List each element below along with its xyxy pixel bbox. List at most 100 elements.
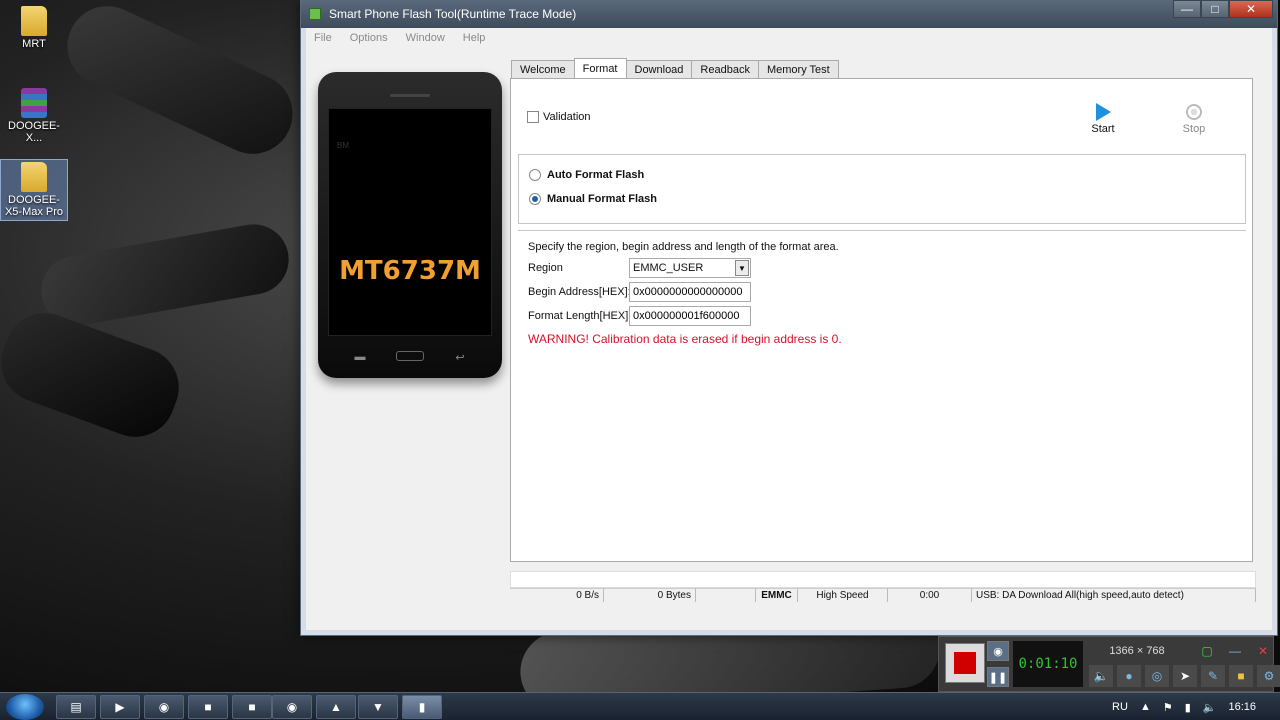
start-button[interactable] xyxy=(6,694,44,720)
calibration-warning: WARNING! Calibration data is erased if b… xyxy=(528,332,842,346)
menu-help[interactable]: Help xyxy=(463,32,486,44)
maximize-button[interactable]: □ xyxy=(1201,0,1229,18)
region-select[interactable]: EMMC_USER ▼ xyxy=(629,258,751,278)
begin-address-label: Begin Address[HEX]: xyxy=(528,286,631,298)
flash-tool-taskbar-icon[interactable]: ▮ xyxy=(402,695,442,719)
folder-icon xyxy=(21,162,47,192)
desktop-icon-doogee-folder[interactable]: DOOGEE-X5-Max Pro xyxy=(0,159,68,221)
phone-brand-mark: BM xyxy=(337,141,349,150)
download-taskbar-icon[interactable]: ▼ xyxy=(358,695,398,719)
desktop-wallpaper-shape xyxy=(35,218,295,332)
status-speed: 0 B/s xyxy=(510,588,604,602)
tab-welcome[interactable]: Welcome xyxy=(511,60,575,78)
format-mode-group: Auto Format Flash Manual Format Flash xyxy=(518,154,1246,224)
close-button[interactable]: ✕ xyxy=(1229,0,1273,18)
flag-icon[interactable]: ⚑ xyxy=(1163,701,1173,714)
pen-icon[interactable]: ✎ xyxy=(1201,665,1225,687)
network-icon[interactable]: ▲ xyxy=(1140,701,1151,713)
tab-memory-test[interactable]: Memory Test xyxy=(757,60,839,78)
app-taskbar-icon[interactable]: ■ xyxy=(188,695,228,719)
start-label: Start xyxy=(1091,123,1115,135)
menu-file[interactable]: File xyxy=(314,32,332,44)
tab-readback[interactable]: Readback xyxy=(691,60,759,78)
begin-address-input[interactable] xyxy=(629,282,751,302)
volume-icon[interactable]: 🔈 xyxy=(1203,701,1217,714)
app-taskbar-icon[interactable]: ◉ xyxy=(272,695,312,719)
cursor-icon[interactable]: ➤ xyxy=(1173,665,1197,687)
record-button[interactable] xyxy=(945,643,985,683)
folder-icon[interactable]: ■ xyxy=(1229,665,1253,687)
minimize-button[interactable]: — xyxy=(1173,0,1201,18)
flash-tool-window: Smart Phone Flash Tool(Runtime Trace Mod… xyxy=(300,0,1278,636)
back-key-icon: ↩ xyxy=(455,352,465,364)
phone-screen: BM MT6737M xyxy=(328,108,492,336)
minimize-recorder-icon[interactable]: — xyxy=(1223,641,1247,661)
menubar: File Options Window Help xyxy=(306,28,1272,48)
recording-resolution: 1366 × 768 xyxy=(1109,645,1165,657)
language-indicator[interactable]: RU xyxy=(1112,701,1128,713)
phone-keys: ▬ ↩ xyxy=(318,351,502,364)
manual-format-label: Manual Format Flash xyxy=(547,193,658,205)
status-bar: 0 B/s 0 Bytes EMMC High Speed 0:00 USB: … xyxy=(510,588,1256,602)
start-button[interactable]: Start xyxy=(1083,103,1123,135)
radio-button-selected[interactable] xyxy=(529,193,541,205)
folder-icon xyxy=(21,6,47,36)
window-title: Smart Phone Flash Tool(Runtime Trace Mod… xyxy=(329,7,577,21)
format-length-input[interactable] xyxy=(629,306,751,326)
status-mode: High Speed xyxy=(798,588,888,602)
status-time: 0:00 xyxy=(888,588,972,602)
progress-bar xyxy=(510,571,1256,588)
record-icon xyxy=(954,652,976,674)
validation-checkbox[interactable]: Validation xyxy=(527,111,591,123)
auto-format-label: Auto Format Flash xyxy=(547,169,645,181)
media-player-taskbar-icon[interactable]: ▶ xyxy=(100,695,140,719)
webcam-icon[interactable]: ◎ xyxy=(1145,665,1169,687)
tab-download[interactable]: Download xyxy=(625,60,693,78)
desktop-icon-doogee-archive[interactable]: DOOGEE-X... xyxy=(0,88,68,144)
menu-key-icon: ▬ xyxy=(354,351,366,363)
desktop-wallpaper-shape xyxy=(0,301,190,449)
archive-icon xyxy=(21,88,47,118)
status-usb: USB: DA Download All(high speed,auto det… xyxy=(972,588,1256,602)
clock[interactable]: 16:16 xyxy=(1228,701,1256,713)
camera-button[interactable]: ◉ xyxy=(987,641,1009,661)
speaker-icon[interactable]: 🔈 xyxy=(1089,665,1113,687)
window-titlebar[interactable]: Smart Phone Flash Tool(Runtime Trace Mod… xyxy=(301,0,1277,28)
region-label: Region xyxy=(528,262,563,274)
app-taskbar-icon[interactable]: ▲ xyxy=(316,695,356,719)
recording-timer: 0:01:10 xyxy=(1013,641,1083,687)
screen-recorder-panel: ◉ ❚❚ 0:01:10 1366 × 768 ▢ — ✕ 🔈 ● ◎ ➤ ✎ … xyxy=(938,636,1280,692)
menu-window[interactable]: Window xyxy=(406,32,445,44)
close-recorder-icon[interactable]: ✕ xyxy=(1251,641,1275,661)
desktop-icon-mrt[interactable]: MRT xyxy=(0,6,68,50)
region-value: EMMC_USER xyxy=(633,262,704,274)
phone-illustration: BM MT6737M ▬ ↩ xyxy=(318,72,502,378)
stop-button[interactable]: Stop xyxy=(1174,103,1214,135)
format-length-label: Format Length[HEX]: xyxy=(528,310,632,322)
window-select-icon[interactable]: ▢ xyxy=(1195,641,1219,661)
auto-format-radio[interactable]: Auto Format Flash xyxy=(529,169,644,181)
stop-icon xyxy=(1186,104,1202,120)
app-taskbar-icon[interactable]: ■ xyxy=(232,695,272,719)
gear-icon[interactable]: ⚙ xyxy=(1257,665,1280,687)
status-bytes: 0 Bytes xyxy=(604,588,696,602)
signal-icon[interactable]: ▮ xyxy=(1185,701,1191,714)
menu-options[interactable]: Options xyxy=(350,32,388,44)
pause-button[interactable]: ❚❚ xyxy=(987,667,1009,687)
home-key-icon xyxy=(396,351,424,361)
taskbar: ▤ ▶ ◉ ■ ■ ◉ ▲ ▼ ▮ RU ▲ ⚑ ▮ 🔈 16:16 xyxy=(0,692,1280,720)
desktop-icon-label: DOOGEE-X... xyxy=(8,120,60,144)
chrome-taskbar-icon[interactable]: ◉ xyxy=(144,695,184,719)
status-storage: EMMC xyxy=(756,588,798,602)
chevron-down-icon[interactable]: ▼ xyxy=(735,260,749,276)
manual-format-radio[interactable]: Manual Format Flash xyxy=(529,193,657,205)
explorer-taskbar-icon[interactable]: ▤ xyxy=(56,695,96,719)
radio-button[interactable] xyxy=(529,169,541,181)
stop-label: Stop xyxy=(1182,123,1206,135)
checkbox-box[interactable] xyxy=(527,111,539,123)
tab-format[interactable]: Format xyxy=(573,58,627,78)
form-description: Specify the region, begin address and le… xyxy=(528,241,839,253)
play-icon xyxy=(1095,103,1111,121)
window-client: File Options Window Help BM MT6737M ▬ ↩ … xyxy=(306,28,1272,630)
microphone-icon[interactable]: ● xyxy=(1117,665,1141,687)
